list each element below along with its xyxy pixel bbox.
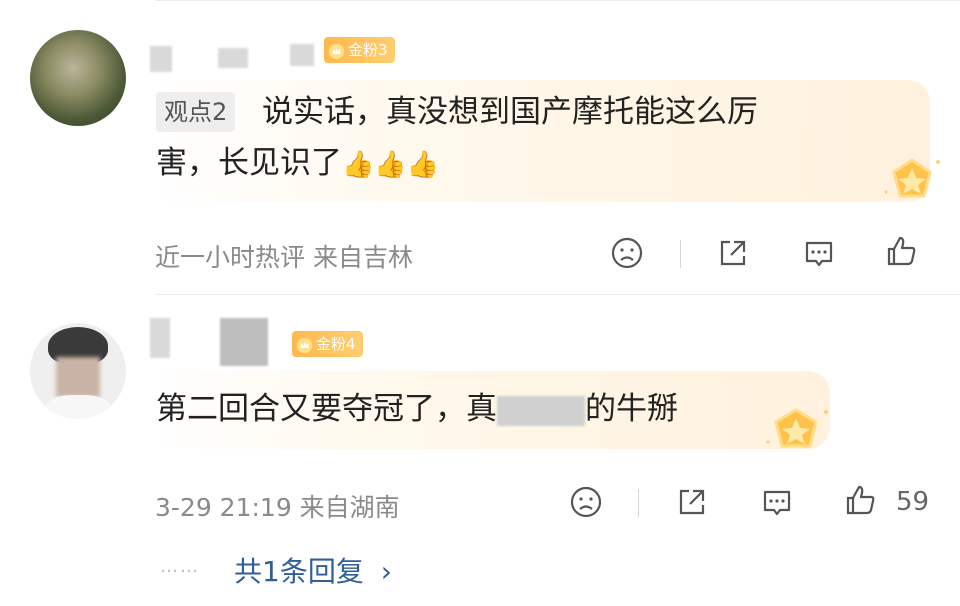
comment-icon: [763, 490, 791, 516]
dislike-button[interactable]: [569, 485, 603, 519]
badge-label: 金粉4: [316, 335, 356, 353]
thumbs-up-emoji: 👍👍👍: [342, 150, 440, 180]
comment-text: 第二回合又要夺冠了，真 的牛掰: [156, 391, 678, 427]
comment-button[interactable]: [760, 485, 794, 519]
comment-text-line1: 说实话，真没想到国产摩托能这么厉: [262, 94, 758, 130]
chevron-right-icon: ›: [380, 555, 392, 588]
username-redacted[interactable]: [150, 46, 172, 72]
crown-icon: [328, 42, 345, 59]
username-redacted[interactable]: [220, 318, 268, 366]
username-redacted[interactable]: [150, 318, 170, 358]
gold-fan-emblem-icon: [760, 400, 832, 456]
avatar-face-redacted: [56, 357, 100, 397]
comment-icon: [805, 241, 833, 267]
crown-icon: [296, 336, 313, 353]
view-replies-link[interactable]: 共1条回复 ›: [234, 550, 392, 590]
share-icon: [720, 240, 746, 266]
text-redacted: [497, 395, 585, 426]
comment-divider: [155, 294, 960, 295]
username-redacted[interactable]: [290, 44, 314, 66]
sad-face-icon: [611, 237, 643, 269]
thumbs-up-icon: [887, 236, 916, 266]
comment-text-line2: 害，长见识了👍👍👍: [156, 145, 440, 181]
avatar-user-2[interactable]: [30, 323, 126, 419]
fan-level-badge[interactable]: 金粉4: [292, 331, 363, 357]
username-redacted[interactable]: [218, 48, 248, 68]
like-button[interactable]: [885, 234, 919, 268]
badge-label: 金粉3: [348, 41, 388, 59]
dislike-button[interactable]: [610, 236, 644, 270]
share-icon: [679, 489, 705, 515]
share-button[interactable]: [716, 236, 750, 270]
avatar-shirt: [46, 395, 110, 419]
comment-meta: 3-29 21:19 来自湖南: [155, 493, 400, 522]
viewpoint-tag[interactable]: 观点2: [156, 92, 236, 132]
thumbs-up-icon: [846, 485, 875, 515]
reply-dots: ……: [160, 556, 200, 577]
sad-face-icon: [570, 486, 602, 518]
comment-button[interactable]: [802, 236, 836, 270]
top-divider: [155, 0, 960, 1]
fan-level-badge[interactable]: 金粉3: [324, 37, 395, 63]
like-count: 59: [896, 487, 930, 517]
share-button[interactable]: [675, 485, 709, 519]
action-separator: [680, 240, 681, 268]
avatar-user-1[interactable]: [30, 30, 126, 126]
like-button[interactable]: [844, 483, 878, 517]
action-separator: [638, 489, 639, 517]
comment-meta: 近一小时热评 来自吉林: [155, 243, 413, 272]
gold-fan-emblem-icon: [880, 152, 944, 204]
